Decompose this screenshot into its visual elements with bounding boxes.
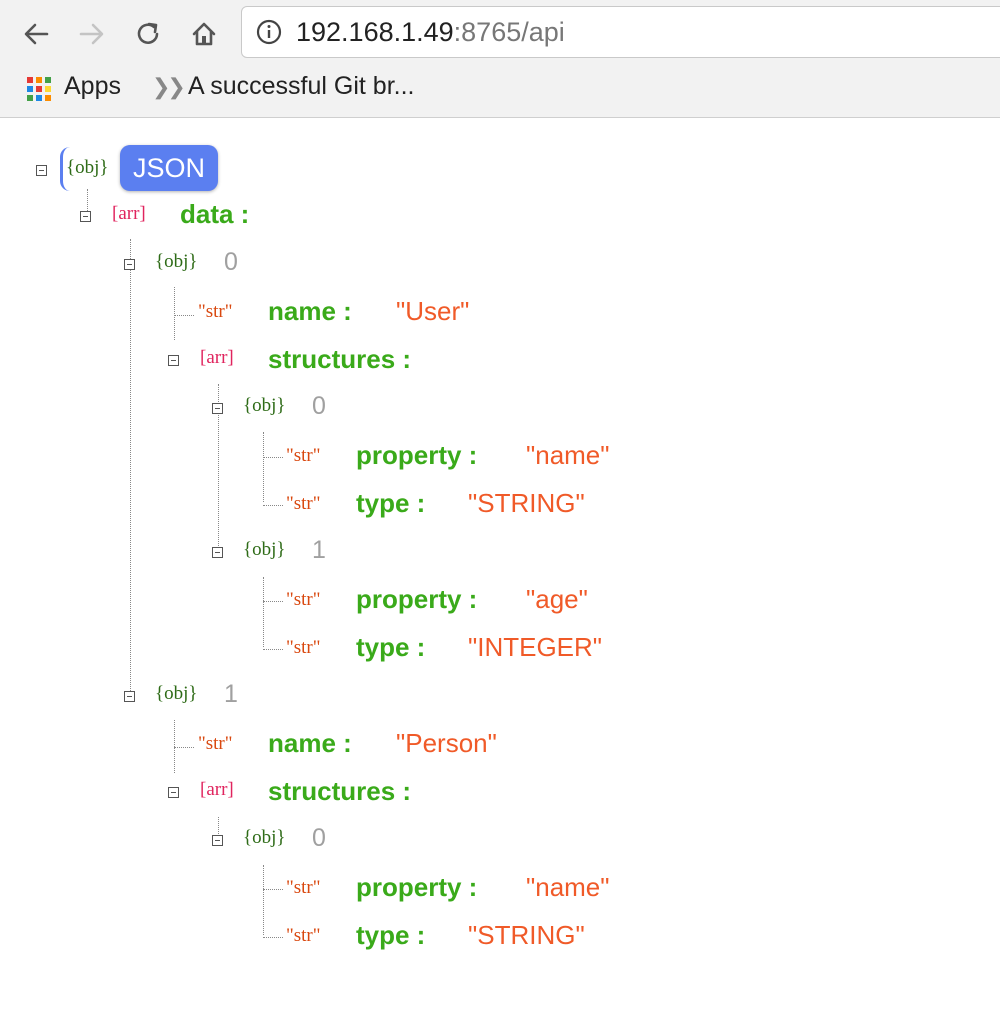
value-label: "Person"	[396, 728, 497, 758]
key-label: data :	[180, 199, 250, 229]
bookmarks-bar: Apps ❯❯ A successful Git br...	[0, 64, 1000, 112]
value-label: "name"	[526, 872, 610, 902]
forward-button[interactable]	[72, 14, 112, 54]
tree-node-property: "str" property : "age"	[0, 581, 700, 621]
type-tag-obj: {obj}	[155, 251, 198, 272]
json-badge[interactable]: JSON	[120, 145, 218, 191]
type-tag-str: "str"	[286, 589, 321, 610]
key-label: structures :	[268, 344, 412, 374]
type-tag-obj: {obj}	[243, 827, 286, 848]
collapse-toggle[interactable]	[168, 787, 179, 798]
key-label: property :	[356, 584, 478, 614]
key-label: type :	[356, 488, 426, 518]
type-tag-str: "str"	[286, 445, 321, 466]
collapse-toggle[interactable]	[124, 259, 135, 270]
key-label: name :	[268, 296, 352, 326]
tree-node-property: "str" property : "name"	[0, 869, 700, 909]
key-label: type :	[356, 632, 426, 662]
value-label: "User"	[396, 296, 470, 326]
type-tag-str: "str"	[198, 301, 233, 322]
collapse-toggle[interactable]	[212, 403, 223, 414]
collapse-toggle[interactable]	[168, 355, 179, 366]
arrow-left-icon	[24, 23, 49, 45]
type-tag-str: "str"	[286, 877, 321, 898]
tree-node-data: [arr] data :	[0, 197, 400, 237]
chevron-double-right-icon: ❯❯	[152, 74, 186, 99]
url-host: 192.168.1.49	[296, 17, 454, 47]
tree-node-type: "str" type : "INTEGER"	[0, 629, 700, 669]
back-button[interactable]	[16, 14, 56, 54]
value-label: "STRING"	[468, 920, 585, 950]
type-tag-arr: [arr]	[112, 203, 146, 224]
reload-icon	[137, 22, 159, 44]
tree-node-item: {obj} 0	[0, 245, 400, 285]
tree-node-item: {obj} 1	[0, 677, 400, 717]
index-label: 1	[224, 680, 238, 708]
json-tree-viewer: {obj} JSON [arr] data : {obj} 0 "str" na…	[0, 117, 1000, 1024]
tree-node-structures: [arr] structures :	[0, 773, 600, 813]
type-tag-arr: [arr]	[200, 779, 234, 800]
tree-node-type: "str" type : "STRING"	[0, 917, 700, 957]
type-tag-str: "str"	[286, 637, 321, 658]
type-tag-obj: {obj}	[66, 157, 109, 178]
value-label: "name"	[526, 440, 610, 470]
reload-button[interactable]	[128, 14, 168, 54]
home-icon	[192, 22, 216, 46]
value-label: "INTEGER"	[468, 632, 603, 662]
tree-node-structures: [arr] structures :	[0, 341, 600, 381]
type-tag-obj: {obj}	[243, 395, 286, 416]
tree-node-structure: {obj} 0	[0, 821, 400, 861]
apps-bookmark[interactable]: Apps	[64, 72, 121, 101]
arrow-right-icon	[79, 23, 104, 45]
type-tag-obj: {obj}	[243, 539, 286, 560]
type-tag-str: "str"	[286, 925, 321, 946]
index-label: 0	[224, 248, 238, 276]
value-label: "STRING"	[468, 488, 585, 518]
url-text[interactable]: 192.168.1.49:8765/api	[296, 16, 565, 48]
index-label: 0	[312, 392, 326, 420]
value-label: "age"	[526, 584, 588, 614]
tree-node-name: "str" name : "Person"	[0, 725, 600, 765]
index-label: 0	[312, 824, 326, 852]
type-tag-str: "str"	[198, 733, 233, 754]
tree-node-structure: {obj} 0	[0, 389, 400, 429]
tree-node-structure: {obj} 1	[0, 533, 400, 573]
key-label: property :	[356, 872, 478, 902]
url-path: :8765/api	[453, 17, 565, 47]
key-label: property :	[356, 440, 478, 470]
info-icon[interactable]	[256, 19, 282, 45]
tree-node-type: "str" type : "STRING"	[0, 485, 700, 525]
index-label: 1	[312, 536, 326, 564]
tree-node-property: "str" property : "name"	[0, 437, 700, 477]
type-tag-arr: [arr]	[200, 347, 234, 368]
key-label: structures :	[268, 776, 412, 806]
browser-chrome: 192.168.1.49:8765/api Apps ❯❯ A successf…	[0, 0, 1000, 118]
tree-node-name: "str" name : "User"	[0, 293, 600, 333]
key-label: type :	[356, 920, 426, 950]
key-label: name :	[268, 728, 352, 758]
collapse-toggle[interactable]	[212, 835, 223, 846]
collapse-toggle[interactable]	[212, 547, 223, 558]
bookmark-link[interactable]: A successful Git br...	[188, 72, 414, 101]
type-tag-obj: {obj}	[155, 683, 198, 704]
apps-grid-icon[interactable]	[26, 76, 52, 102]
home-button[interactable]	[184, 14, 224, 54]
collapse-toggle[interactable]	[80, 211, 91, 222]
type-tag-str: "str"	[286, 493, 321, 514]
address-bar[interactable]: 192.168.1.49:8765/api	[241, 6, 1000, 58]
collapse-toggle[interactable]	[36, 165, 47, 176]
collapse-toggle[interactable]	[124, 691, 135, 702]
